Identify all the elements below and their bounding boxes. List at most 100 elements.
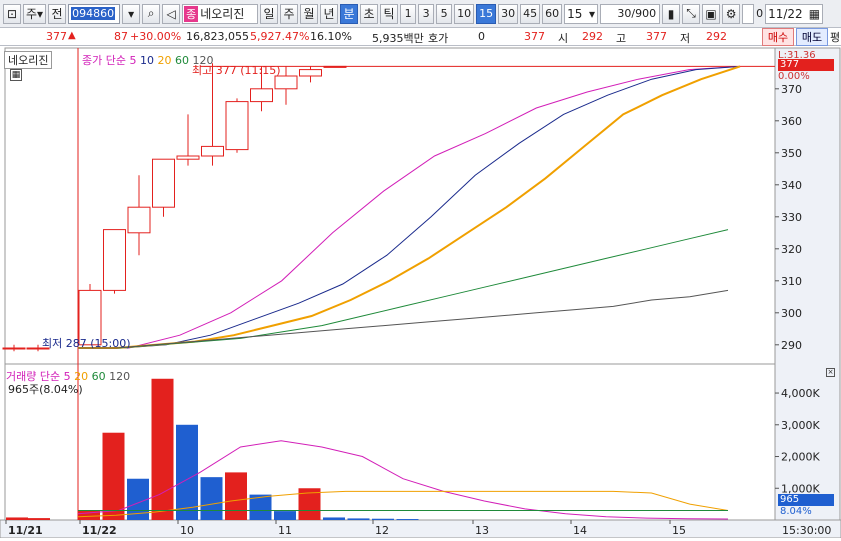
candle-body	[127, 206, 151, 234]
high-marker: 최고 377 (11:15)	[192, 64, 281, 77]
vol-ma-120-label: 120	[109, 370, 131, 383]
candle-body	[299, 69, 322, 77]
ma-10-label: 10	[139, 54, 154, 67]
interval-5[interactable]: 5	[436, 3, 453, 24]
low-label: 저	[680, 32, 691, 45]
stock-code-input[interactable]: 094860	[68, 3, 121, 24]
up-arrow-icon: ▲	[68, 30, 76, 41]
ma-60-label: 60	[174, 54, 189, 67]
price-y-tick-label: 360	[781, 115, 802, 128]
interval-3[interactable]: 3	[418, 3, 435, 24]
all-button[interactable]: 전	[48, 3, 67, 24]
period-minute[interactable]: 분	[340, 3, 359, 24]
ma-60-line	[78, 229, 729, 349]
candle-body	[2, 347, 26, 350]
save-icon[interactable]: ▣	[702, 3, 721, 24]
vol-ma-5-line	[77, 440, 729, 520]
draw-tool-icon[interactable]: ⤡	[682, 3, 701, 24]
check-label: 0	[756, 7, 764, 20]
period-day[interactable]: 일	[260, 3, 279, 24]
period-second[interactable]: 초	[360, 3, 379, 24]
ma-20-line	[78, 65, 741, 349]
ma-5-line	[78, 65, 741, 349]
volume-bar	[347, 518, 370, 520]
period-week[interactable]: 주	[280, 3, 299, 24]
volume-bar	[396, 519, 419, 520]
interval-1[interactable]: 1	[400, 3, 417, 24]
dropdown-arrow-icon[interactable]: ▾	[122, 3, 141, 24]
checkbox[interactable]	[742, 3, 755, 24]
hoga-price: 377	[524, 30, 545, 43]
volume-bar	[372, 518, 394, 520]
vol-ma-20-line	[77, 490, 729, 518]
x-tick-label: 11/22	[82, 524, 117, 537]
candle-body	[103, 229, 126, 291]
stock-name: 네오리진	[200, 7, 245, 21]
interval-10[interactable]: 10	[454, 3, 475, 24]
market-select[interactable]: 주 ▾	[23, 3, 47, 24]
volume-bar	[323, 517, 345, 520]
price-y-tick-label: 300	[781, 307, 802, 320]
interval-select[interactable]: 15 ▾	[564, 3, 599, 24]
x-tick-label: 11	[278, 524, 292, 537]
candle-body	[225, 101, 249, 151]
x-tick-label: 15	[672, 524, 686, 537]
ma-120-line	[78, 289, 729, 349]
ma-20-label: 20	[157, 54, 172, 67]
period-month[interactable]: 월	[300, 3, 319, 24]
candle-type-icon[interactable]: ▮	[662, 3, 681, 24]
volume-pct: 5,927.47%	[250, 30, 310, 43]
buy-button[interactable]: 매수	[762, 28, 794, 46]
interval-45[interactable]: 45	[520, 3, 541, 24]
date-input[interactable]: 11/22 ▦	[765, 3, 824, 24]
date-value: 11/22	[768, 6, 803, 21]
volume-pct-tag: 8.04%	[780, 506, 812, 517]
sell-button[interactable]: 매도	[796, 28, 828, 46]
avg-button[interactable]: 평	[829, 28, 841, 46]
volume-bar	[102, 432, 125, 520]
interval-60[interactable]: 60	[542, 3, 563, 24]
chart-area[interactable]: 290 300 310 320 330 340 350 360 370 1,000K 2,000K 3…	[0, 46, 841, 539]
interval-15[interactable]: 15	[476, 3, 497, 24]
ma-5-label: 5	[129, 54, 137, 67]
volume-bar	[200, 477, 223, 520]
price-y-tick-label: 290	[781, 339, 802, 352]
volume-y-tick-label: 3,000K	[781, 419, 820, 432]
x-axis-frame	[0, 519, 841, 539]
count-input[interactable]: 30/900	[600, 3, 661, 24]
vol-ma-60-label: 60	[91, 370, 106, 383]
current-price: 377	[46, 30, 67, 43]
volume-y-tick-label: 4,000K	[781, 387, 820, 400]
search-icon[interactable]: ⌕	[142, 3, 161, 24]
x-tick-label: 10	[180, 524, 194, 537]
price-y-tick-label: 310	[781, 275, 802, 288]
toolbar: ⊡ 주 ▾ 전 094860 ▾ ⌕ ◁ 종 네오리진 일 주 월 년 분 초 틱…	[0, 0, 841, 28]
price-y-tick-label: 330	[781, 211, 802, 224]
open-value: 292	[582, 30, 603, 43]
stock-name-box[interactable]: 종 네오리진	[182, 3, 259, 24]
market-label: 주	[26, 7, 38, 21]
interval-30[interactable]: 30	[498, 3, 519, 24]
price-panel-name-box[interactable]: 네오리진	[4, 51, 53, 69]
amount: 5,935백만	[372, 32, 424, 45]
high-label: 고	[616, 32, 627, 45]
panel-close-icon[interactable]: ×	[826, 368, 835, 377]
chart-svg[interactable]: 2903003103203303403503603701,000K2,000K3…	[0, 46, 841, 539]
period-year[interactable]: 년	[320, 3, 339, 24]
high-value: 377	[646, 30, 667, 43]
volume-current: 965주(8.04%)	[8, 383, 83, 396]
current-price-tag: 377	[778, 59, 834, 71]
speaker-icon[interactable]: ◁	[162, 3, 181, 24]
x-tick-label: 11/21	[8, 524, 43, 537]
candle-body	[201, 145, 224, 157]
low-marker: 최저 287 (15:00)	[42, 337, 131, 350]
period-tick[interactable]: 틱	[380, 3, 399, 24]
candle-body	[323, 65, 347, 68]
volume-bar	[274, 511, 296, 520]
grid-table-icon[interactable]: ▦	[10, 69, 22, 81]
x-tick-label: 12	[375, 524, 389, 537]
gear-icon[interactable]: ⚙	[722, 3, 741, 24]
window-icon[interactable]: ⊡	[3, 3, 21, 24]
volume-bar	[6, 517, 28, 520]
calendar-icon[interactable]: ▦	[809, 7, 820, 21]
